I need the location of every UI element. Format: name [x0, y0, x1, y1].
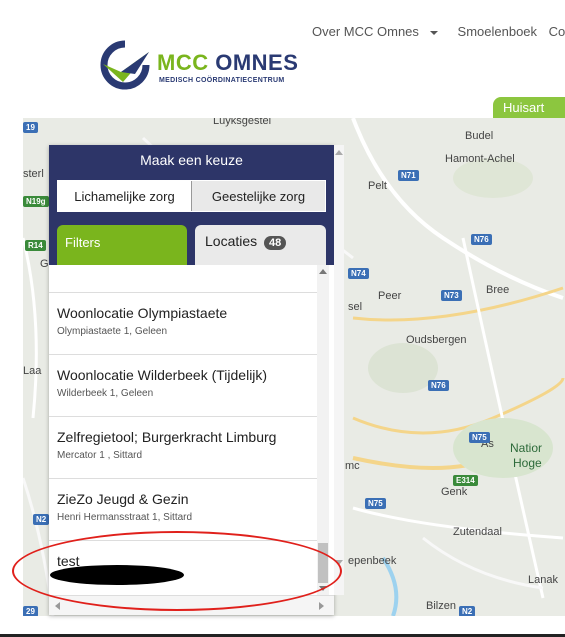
map-label-hoge: Hoge	[513, 456, 542, 470]
scroll-left-icon[interactable]	[55, 602, 60, 610]
list-item[interactable]: Zelfregietool; Burgerkracht Limburg Merc…	[49, 417, 317, 479]
map-label-hamont: Hamont-Achel	[445, 153, 515, 165]
caret-down-icon	[429, 30, 438, 35]
nav-over-label: Over MCC Omnes	[312, 24, 419, 39]
map-label-peer: Peer	[378, 290, 402, 302]
road-n74: N74	[348, 268, 369, 279]
annotation-circle	[12, 531, 342, 611]
road-e314: E314	[453, 475, 478, 486]
nav-contact[interactable]: Cor	[549, 24, 565, 39]
toggle-mental-care[interactable]: Geestelijke zorg	[191, 181, 325, 211]
road-n73: N73	[441, 290, 462, 301]
tab-huisarts[interactable]: Huisart	[493, 97, 565, 119]
road-29: 29	[23, 606, 38, 616]
map-label-bilzen: Bilzen	[426, 600, 456, 612]
top-nav: Over MCC Omnes Smoelenboek Cor	[312, 24, 565, 39]
map-label-laa: Laa	[23, 365, 42, 377]
panel-title: Maak een keuze	[140, 152, 243, 168]
list-scrollbar[interactable]	[317, 265, 329, 595]
location-address: Henri Hermansstraat 1, Sittard	[57, 512, 193, 523]
list-item[interactable]: Woonlocatie Olympiastaete Olympiastaete …	[49, 293, 317, 355]
road-n75-b: N75	[365, 498, 386, 509]
scroll-right-icon[interactable]	[319, 602, 324, 610]
panel-scrollbar[interactable]	[334, 145, 344, 595]
map-label-nation: Natior	[510, 441, 543, 455]
road-n2-a: N2	[33, 514, 50, 525]
map-label-budel: Budel	[465, 130, 494, 142]
map-label-luyksgestel: Luyksgestel	[213, 118, 272, 127]
road-n76-b: N76	[428, 380, 449, 391]
location-name: Zelfregietool; Burgerkracht Limburg	[57, 429, 277, 445]
location-name: ZieZo Jeugd & Gezin	[57, 491, 189, 507]
road-n75-a: N75	[469, 432, 490, 443]
map-label-sterl: sterl	[23, 168, 44, 180]
map-label-lanak: Lanak	[528, 574, 558, 586]
nav-over-mcc-omnes[interactable]: Over MCC Omnes	[312, 24, 446, 39]
location-address: Mercator 1 , Sittard	[57, 450, 143, 461]
list-item[interactable]: Woonlocatie Wilderbeek (Tijdelijk) Wilde…	[49, 355, 317, 417]
list-item[interactable]	[49, 265, 317, 293]
road-n76-a: N76	[471, 234, 492, 245]
nav-smoelenboek[interactable]: Smoelenboek	[458, 24, 538, 39]
road-n19g: N19g	[23, 196, 49, 207]
map-label-epenbeek: epenbeek	[348, 555, 397, 567]
logo-brand: MCC OMNES	[157, 50, 298, 76]
logo-subtitle: MEDISCH COÖRDINATIECENTRUM	[159, 77, 285, 84]
tab-locaties[interactable]: Locaties 48	[195, 225, 326, 265]
locaties-count-badge: 48	[264, 236, 287, 250]
tab-filters[interactable]: Filters	[57, 225, 187, 265]
window-frame: Over MCC Omnes Smoelenboek Cor MCC OMNES…	[0, 0, 565, 637]
care-type-toggle: Lichamelijke zorg Geestelijke zorg	[57, 180, 326, 212]
logo-mark-icon	[100, 40, 150, 90]
scroll-up-icon[interactable]	[319, 269, 327, 274]
map-label-g: G	[40, 258, 49, 270]
location-name: Woonlocatie Olympiastaete	[57, 305, 228, 321]
logo[interactable]: MCC OMNES MEDISCH COÖRDINATIECENTRUM	[95, 40, 315, 90]
road-n71: N71	[398, 170, 419, 181]
location-name: Woonlocatie Wilderbeek (Tijdelijk)	[57, 367, 268, 383]
logo-brand-omnes: OMNES	[215, 50, 299, 75]
panel-scroll-up-icon[interactable]	[335, 150, 343, 155]
map-label-sel: sel	[348, 301, 363, 313]
map-label-oudsbergen: Oudsbergen	[406, 334, 467, 346]
map-label-zutendaal: Zutendaal	[453, 526, 502, 538]
map-label-bree: Bree	[486, 284, 510, 296]
map-label-pelt: Pelt	[368, 180, 387, 192]
road-n2-b: N2	[459, 606, 476, 616]
toggle-physical-care[interactable]: Lichamelijke zorg	[58, 181, 191, 211]
map-label-genk: Genk	[441, 486, 468, 498]
road-r14: R14	[25, 240, 46, 251]
location-address: Olympiastaete 1, Geleen	[57, 326, 168, 337]
panel-tabs: Filters Locaties 48	[57, 225, 326, 265]
logo-brand-mcc: MCC	[157, 50, 209, 75]
location-address: Wilderbeek 1, Geleen	[57, 388, 154, 399]
map-label-mc: mc	[345, 460, 360, 472]
road-19: 19	[23, 122, 38, 133]
tab-locaties-label: Locaties	[205, 233, 258, 249]
